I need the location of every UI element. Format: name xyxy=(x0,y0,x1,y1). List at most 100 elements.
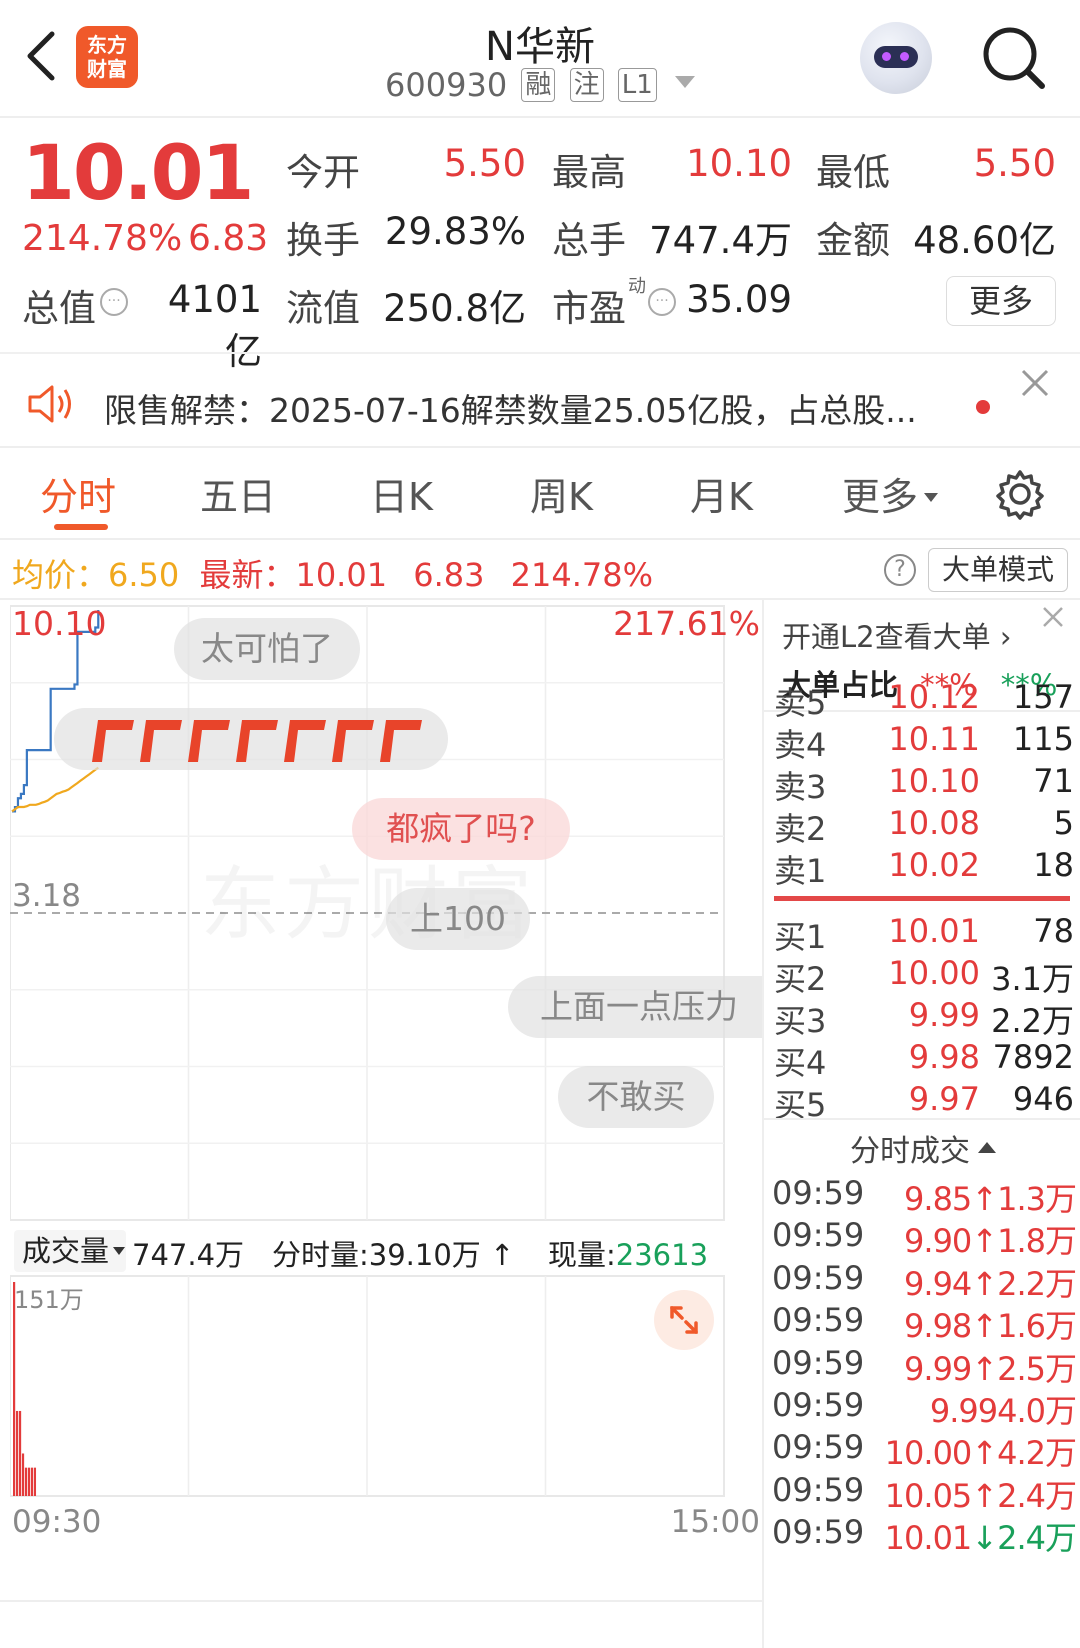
tab-weekly-k[interactable]: 周K xyxy=(530,466,593,521)
minute-volume-label: 分时量: xyxy=(272,1238,369,1272)
ask-row[interactable]: 卖2 10.08 5 xyxy=(774,804,1074,848)
volume-label: 总手 xyxy=(552,219,626,262)
tab-monthly-k[interactable]: 月K xyxy=(690,466,753,521)
trade-price-volume: 9.98↑1.6万 xyxy=(904,1301,1077,1347)
search-button[interactable] xyxy=(980,24,1048,92)
intraday-chart[interactable]: 东方财富 10.10 217.61% 3.18 太可怕了 都疯了吗? 上100 … xyxy=(10,600,762,1600)
notice-bar[interactable]: 限售解禁：2025-07-16解禁数量25.05亿股，占总股... xyxy=(0,352,1080,446)
volume-selector-label: 成交量 xyxy=(22,1234,110,1268)
tab-intraday[interactable]: 分时 xyxy=(40,466,116,521)
close-icon[interactable] xyxy=(1020,368,1050,398)
volume-selector[interactable]: 成交量 xyxy=(14,1230,126,1272)
ask-price: 10.12 xyxy=(888,678,980,716)
trade-volume: 1.6万 xyxy=(997,1307,1077,1346)
settings-gear-icon[interactable] xyxy=(994,468,1046,520)
tab-five-day[interactable]: 五日 xyxy=(200,466,276,521)
tab-daily-k[interactable]: 日K xyxy=(370,466,433,521)
expand-arrows-icon xyxy=(670,1306,698,1334)
danmu-bubble: 太可怕了 xyxy=(174,618,360,680)
tag-registered: 注 xyxy=(569,68,604,102)
bid-row[interactable]: 买1 10.01 78 xyxy=(774,912,1074,956)
trade-volume: 1.8万 xyxy=(997,1222,1077,1261)
ask-row[interactable]: 卖1 10.02 18 xyxy=(774,846,1074,890)
ask-level-label: 卖1 xyxy=(774,852,827,890)
tab-more[interactable]: 更多 xyxy=(842,466,939,521)
pe-label: 市盈 xyxy=(552,287,626,330)
danmu-bubble: 上面一点压力 xyxy=(508,976,762,1038)
latest-label: 最新： xyxy=(199,556,296,594)
bid-row[interactable]: 买4 9.98 7892 xyxy=(774,1038,1074,1082)
help-icon[interactable]: ? xyxy=(884,554,916,586)
trade-price-volume: 10.01↓2.4万 xyxy=(885,1513,1077,1559)
trade-price: 9.90 xyxy=(904,1222,972,1261)
trade-price-volume: 9.94↑2.2万 xyxy=(904,1259,1077,1305)
bid-level-label: 买2 xyxy=(774,960,827,998)
trades-header[interactable]: 分时成交 xyxy=(764,1126,1080,1170)
trade-price: 9.99 xyxy=(904,1349,972,1388)
time-axis-start: 09:30 xyxy=(12,1504,102,1540)
info-dots-icon[interactable]: ··· xyxy=(100,288,128,316)
l2-upgrade-link[interactable]: 开通L2查看大单 › xyxy=(782,614,1011,656)
bid-price: 9.98 xyxy=(908,1038,980,1076)
speaker-icon xyxy=(28,385,71,423)
robot-avatar-icon[interactable] xyxy=(860,22,932,94)
ask-price: 10.08 xyxy=(888,804,980,842)
bid-level-label: 买4 xyxy=(774,1044,827,1082)
trade-price: 9.98 xyxy=(904,1307,972,1346)
ask-row[interactable]: 卖3 10.10 71 xyxy=(774,762,1074,806)
bid-row[interactable]: 买5 9.97 946 xyxy=(774,1080,1074,1124)
change-amount: 6.83 xyxy=(188,218,269,259)
trade-row: 09:59 9.99↑2.5万 xyxy=(772,1344,1077,1388)
trade-row: 09:59 10.01↓2.4万 xyxy=(772,1513,1077,1557)
ask-row[interactable]: 卖4 10.11 115 xyxy=(774,720,1074,764)
ask-volume: 5 xyxy=(1053,804,1074,842)
trade-time: 09:59 xyxy=(772,1301,865,1340)
ask-level-label: 卖2 xyxy=(774,810,827,848)
trade-direction: ↓ xyxy=(971,1519,998,1558)
trade-direction: ↑ xyxy=(971,1222,998,1261)
bid-row[interactable]: 买2 10.00 3.1万 xyxy=(774,954,1074,998)
bottom-divider xyxy=(0,1600,762,1602)
info-change: 6.83 xyxy=(413,556,485,594)
trade-time: 09:59 xyxy=(772,1428,865,1467)
high-value: 10.10 xyxy=(686,142,792,185)
danmu-fire-icon xyxy=(92,720,422,762)
high-label: 最高 xyxy=(552,151,626,194)
turnover-value: 29.83% xyxy=(384,210,526,253)
close-icon[interactable] xyxy=(1040,604,1066,630)
danmu-emoji-bubble xyxy=(54,708,448,770)
expand-chart-button[interactable] xyxy=(654,1290,714,1350)
trade-direction: ↑ xyxy=(971,1180,998,1218)
stock-code: 600930 xyxy=(385,66,508,104)
more-quote-button[interactable]: 更多 xyxy=(946,276,1056,326)
trade-volume: 2.4万 xyxy=(997,1519,1077,1558)
volume-bar xyxy=(15,1410,19,1496)
tab-more-label: 更多 xyxy=(842,475,919,519)
trade-row: 09:59 10.05↑2.4万 xyxy=(772,1471,1077,1515)
bid-row[interactable]: 买3 9.99 2.2万 xyxy=(774,996,1074,1040)
amount-label: 金额 xyxy=(816,219,890,262)
search-icon xyxy=(983,27,1045,89)
trade-volume: 2.2万 xyxy=(997,1264,1077,1303)
time-axis-end: 15:00 xyxy=(670,1504,760,1540)
volume-axis-max: 151万 xyxy=(14,1286,84,1314)
pe-value: 35.09 xyxy=(686,278,792,321)
chart-high-pct: 217.61% xyxy=(613,604,760,643)
low-label: 最低 xyxy=(816,151,890,194)
avg-value: 6.50 xyxy=(108,556,180,594)
trade-price-volume: 10.05↑2.4万 xyxy=(885,1471,1077,1517)
danmu-bubble: 上100 xyxy=(386,888,530,950)
trade-time: 09:59 xyxy=(772,1513,865,1552)
current-volume-group: 现量:23613 xyxy=(548,1232,708,1274)
bid-volume: 3.1万 xyxy=(991,960,1074,998)
info-pct: 214.78% xyxy=(510,556,654,594)
up-arrow-icon: ↑ xyxy=(480,1238,515,1272)
minute-volume-group: 分时量:39.10万 ↑ xyxy=(272,1232,514,1274)
trade-row: 09:59 9.98↑1.6万 xyxy=(772,1301,1077,1345)
trade-volume: 4.2万 xyxy=(997,1434,1077,1473)
spread-bar xyxy=(774,896,1070,901)
minute-volume-value: 39.10万 xyxy=(368,1238,481,1272)
big-order-mode-button[interactable]: 大单模式 xyxy=(928,548,1068,592)
ask-row[interactable]: 卖5 10.12 157 xyxy=(774,678,1074,722)
trade-row: 09:59 10.00↑4.2万 xyxy=(772,1428,1077,1473)
